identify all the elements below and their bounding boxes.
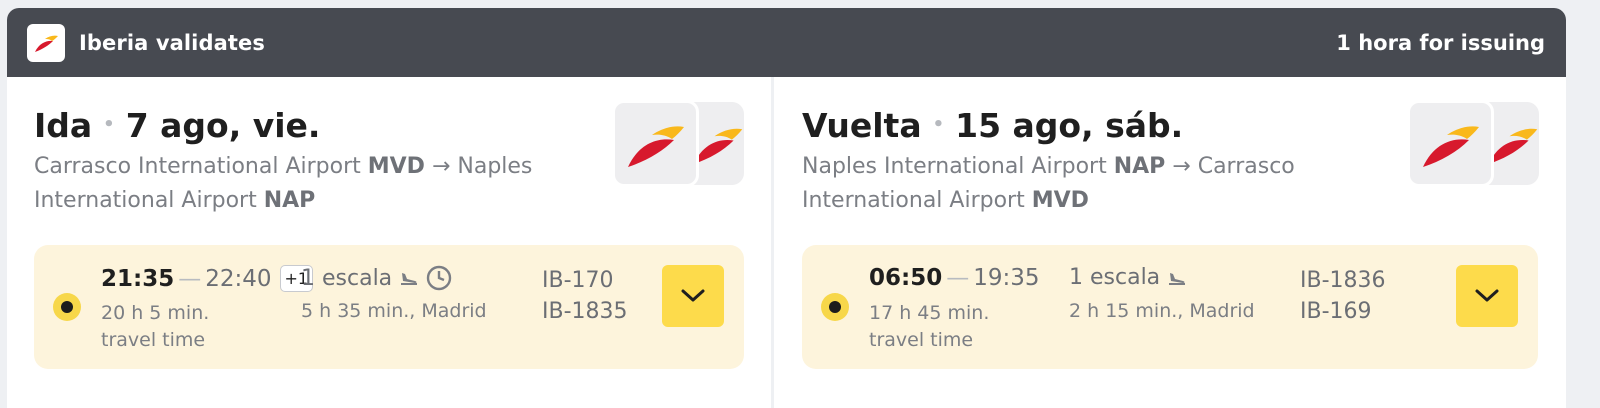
- stops-count: 1 escala: [301, 265, 393, 291]
- iberia-logo: [1407, 100, 1494, 187]
- expand-button[interactable]: [662, 265, 724, 327]
- time-separator: —: [946, 265, 970, 291]
- issuing-time: 1 hora for issuing: [1336, 30, 1545, 55]
- separator-dot: •: [932, 114, 945, 135]
- direction-label: Ida: [34, 106, 93, 145]
- layover-detail: 2 h 15 min., Madrid: [1069, 300, 1255, 322]
- stops-info: 1 escala: [301, 265, 452, 291]
- origin-airport: Naples International Airport: [802, 154, 1107, 179]
- airplane-landing-icon: [401, 273, 418, 285]
- iberia-logo: [27, 23, 65, 62]
- clock-icon: [426, 265, 452, 291]
- direction-label: Vuelta: [802, 106, 922, 145]
- origin-airport: Carrasco International Airport: [34, 154, 361, 179]
- airline-logos: [612, 100, 744, 187]
- flight-numbers: IB-170 IB-1835: [542, 265, 628, 327]
- flight-number: IB-1835: [542, 299, 628, 324]
- route-arrow: →: [431, 154, 451, 179]
- departure-time: 06:50: [869, 265, 943, 291]
- airplane-landing-icon: [1169, 272, 1186, 285]
- schedule: 06:50 — 19:35: [869, 265, 1040, 291]
- radio-indicator-icon: [821, 293, 849, 321]
- outbound-panel: Ida • 7 ago, vie. Carrasco International…: [7, 77, 774, 408]
- route-description: Carrasco International Airport MVD → Nap…: [34, 150, 554, 218]
- flight-number: IB-170: [542, 268, 614, 293]
- destination-code: MVD: [1031, 188, 1089, 213]
- iberia-logo: [612, 100, 699, 187]
- duration-value: 17 h 45 min.: [869, 302, 990, 324]
- origin-code: MVD: [367, 154, 425, 179]
- airline-logos: [1407, 100, 1539, 187]
- card-header: Iberia validates 1 hora for issuing: [7, 8, 1566, 77]
- travel-date: 7 ago, vie.: [125, 106, 321, 145]
- time-separator: —: [178, 265, 202, 292]
- separator-dot: •: [103, 114, 115, 135]
- travel-duration: 17 h 45 min. travel time: [869, 300, 1009, 354]
- validating-airline: Iberia validates: [79, 30, 265, 55]
- origin-code: NAP: [1113, 154, 1166, 179]
- arrival-time: 19:35: [973, 265, 1040, 291]
- route-description: Naples International Airport NAP → Carra…: [802, 150, 1322, 218]
- arrival-time: 22:40: [205, 265, 272, 292]
- stops-info: 1 escala: [1069, 265, 1188, 290]
- destination-code: NAP: [263, 188, 316, 213]
- flight-number: IB-169: [1300, 299, 1372, 324]
- stops-count: 1 escala: [1069, 265, 1161, 290]
- flight-offer-card[interactable]: Iberia validates 1 hora for issuing Ida …: [7, 8, 1566, 408]
- segment-summary: 06:50 — 19:35 17 h 45 min. travel time 1…: [802, 245, 1538, 369]
- route-arrow: →: [1172, 154, 1191, 179]
- schedule: 21:35 — 22:40 +1: [101, 265, 314, 292]
- return-title: Vuelta • 15 ago, sáb.: [802, 106, 1183, 145]
- duration-label: travel time: [101, 329, 206, 351]
- return-panel: Vuelta • 15 ago, sáb. Naples Internation…: [774, 77, 1566, 408]
- departure-time: 21:35: [101, 265, 175, 292]
- segment-summary: 21:35 — 22:40 +1 20 h 5 min. travel time…: [34, 245, 744, 369]
- outbound-title: Ida • 7 ago, vie.: [34, 106, 320, 145]
- duration-value: 20 h 5 min.: [101, 302, 210, 324]
- layover-detail: 5 h 35 min., Madrid: [301, 300, 487, 322]
- expand-button[interactable]: [1456, 265, 1518, 327]
- flight-number: IB-1836: [1300, 268, 1386, 293]
- flight-numbers: IB-1836 IB-169: [1300, 265, 1386, 327]
- chevron-down-icon: [681, 289, 705, 302]
- radio-indicator-icon: [53, 293, 81, 321]
- chevron-down-icon: [1475, 289, 1499, 302]
- duration-label: travel time: [869, 329, 974, 351]
- travel-duration: 20 h 5 min. travel time: [101, 300, 241, 354]
- travel-date: 15 ago, sáb.: [955, 106, 1184, 145]
